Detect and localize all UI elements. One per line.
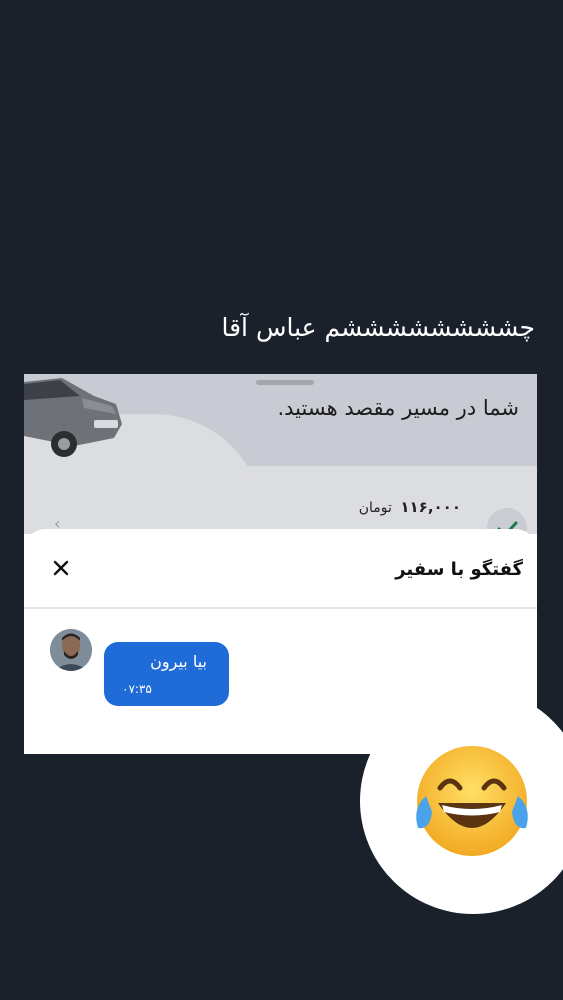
message-time: ۰۷:۳۵ [122, 682, 152, 696]
car-icon [24, 378, 122, 457]
avatar [50, 629, 92, 671]
driver-photo [50, 629, 92, 671]
route-status-text: شما در مسیر مقصد هستید. [277, 396, 519, 420]
fare-label: ۱۱۶,۰۰۰ تومان [359, 498, 461, 516]
message-text: بیا بیرون [150, 652, 207, 671]
chat-title: گفتگو با سفیر [395, 559, 523, 580]
sheet-drag-handle[interactable] [256, 380, 314, 385]
fare-currency: تومان [358, 500, 392, 516]
message-bubble[interactable]: بیا بیرون ۰۷:۳۵ [104, 642, 229, 706]
close-icon [53, 560, 69, 576]
tears-of-joy-emoji-icon [416, 746, 528, 856]
close-button[interactable] [50, 557, 72, 579]
emoji-sticker [360, 688, 563, 914]
story-caption: چششششششششم عباس آقا [221, 313, 535, 342]
ride-status-panel: شما در مسیر مقصد هستید. ‹ ۱۱۶,۰۰۰ تومان [24, 374, 537, 548]
divider [24, 607, 537, 609]
fare-amount: ۱۱۶,۰۰۰ [400, 498, 461, 516]
